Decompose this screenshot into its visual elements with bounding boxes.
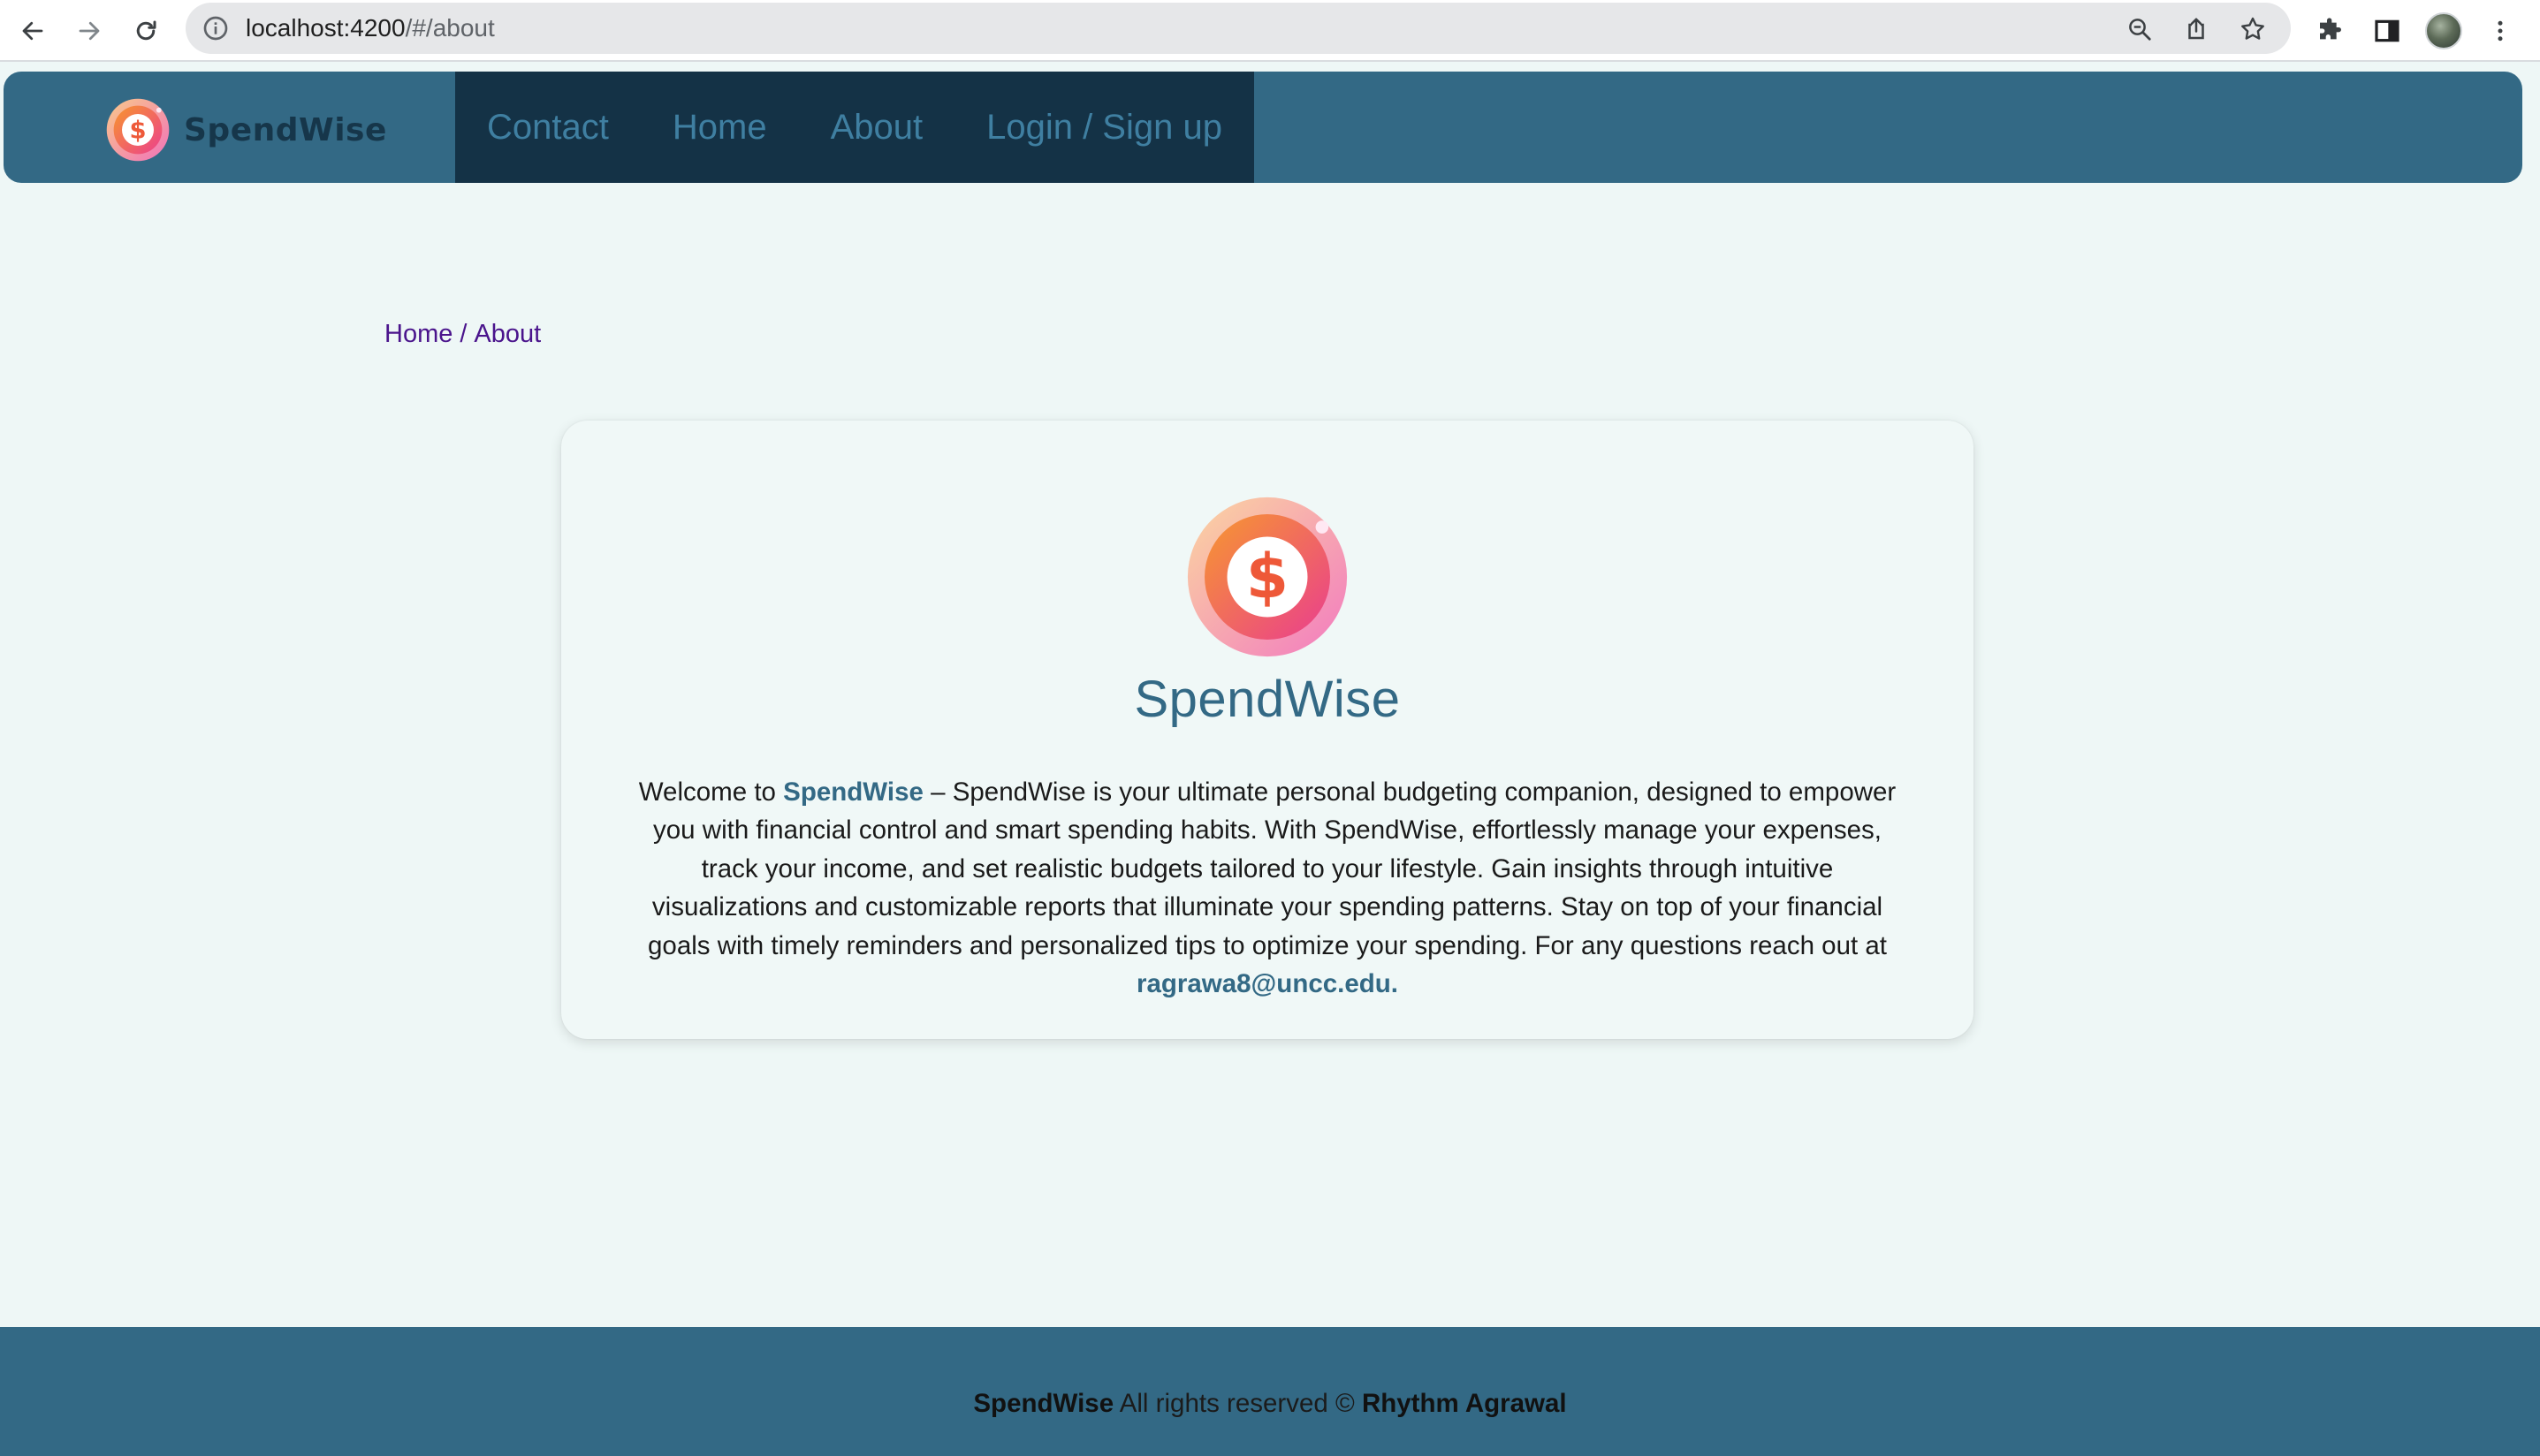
share-icon[interactable]	[2181, 14, 2211, 44]
intro-prefix: Welcome to	[638, 777, 776, 807]
more-menu-icon[interactable]	[2478, 9, 2522, 53]
svg-text:$: $	[129, 117, 146, 144]
nav-home[interactable]: Home	[673, 108, 767, 148]
extensions-icon[interactable]	[2308, 9, 2353, 53]
about-card: $ SpendWise Welcome to SpendWise – Spend…	[561, 421, 1973, 1039]
footer-brand: SpendWise	[973, 1389, 1114, 1418]
url-host: localhost:4200	[246, 14, 406, 42]
spendwise-logo-icon: $	[106, 98, 170, 162]
address-bar[interactable]: localhost:4200/#/about	[186, 3, 2291, 54]
breadcrumb: Home / About	[384, 320, 541, 349]
url-path: /#/about	[405, 14, 495, 42]
breadcrumb-current: About	[474, 320, 542, 348]
browser-toolbar: localhost:4200/#/about	[0, 0, 2540, 62]
about-title: SpendWise	[1134, 671, 1401, 728]
nav-about[interactable]: About	[831, 108, 924, 148]
side-panel-icon[interactable]	[2365, 9, 2409, 53]
forward-icon[interactable]	[67, 9, 111, 53]
zoom-icon[interactable]	[2125, 14, 2155, 44]
site-info-icon[interactable]	[202, 14, 230, 42]
back-icon[interactable]	[11, 9, 55, 53]
site-footer: SpendWise All rights reserved © Rhythm A…	[0, 1327, 2540, 1456]
nav-contact[interactable]: Contact	[487, 108, 609, 148]
breadcrumb-home[interactable]: Home	[384, 320, 452, 348]
address-url[interactable]: localhost:4200/#/about	[246, 3, 495, 54]
profile-avatar[interactable]	[2422, 9, 2466, 53]
spendwise-logo-icon: $	[1187, 497, 1348, 657]
brand[interactable]: $ SpendWise	[106, 98, 387, 162]
about-description: Welcome to SpendWise – SpendWise is your…	[637, 773, 1897, 1004]
bookmark-star-icon[interactable]	[2238, 14, 2268, 44]
reload-icon[interactable]	[124, 9, 168, 53]
svg-text:$: $	[1246, 542, 1289, 613]
nav-login-signup[interactable]: Login / Sign up	[986, 108, 1222, 148]
contact-email-link[interactable]: ragrawa8@uncc.edu.	[1137, 969, 1398, 998]
footer-rights: All rights reserved ©	[1119, 1389, 1355, 1418]
brand-name: SpendWise	[184, 111, 387, 148]
breadcrumb-separator: /	[460, 320, 468, 348]
site-header: $ SpendWise Contact Home About Login / S…	[4, 72, 2522, 183]
main-nav: Contact Home About Login / Sign up	[455, 72, 1254, 183]
footer-text: SpendWise All rights reserved © Rhythm A…	[0, 1389, 2540, 1419]
footer-author: Rhythm Agrawal	[1361, 1389, 1567, 1418]
intro-brand: SpendWise	[783, 777, 924, 807]
